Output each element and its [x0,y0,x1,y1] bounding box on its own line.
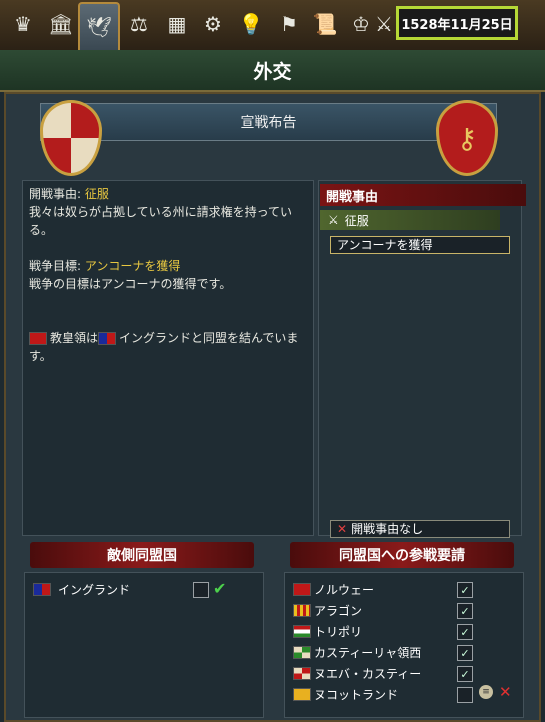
lightbulb-icon[interactable]: 💡 [232,4,270,44]
crossed-swords-icon: ⚔ [328,213,339,227]
check-icon: ✔ [213,579,227,598]
norway-flag-icon [293,582,311,596]
castile-colony-flag-icon [293,645,311,659]
court-icon[interactable]: 🏛 [42,4,80,44]
gears-icon[interactable]: ⚙ [194,4,232,44]
ally-checkbox[interactable]: ✓ [457,666,473,682]
no-cb-option[interactable]: ✕ 開戦事由なし [330,520,510,538]
ally-checkbox[interactable] [457,687,473,703]
list-item: ヌコットランド [293,684,398,704]
x-icon: ✕ [337,522,348,536]
war-description: 開戦事由: 征服 我々は奴らが占拠している州に請求権を持っている。 戦争目標: … [22,180,314,536]
scroll-icon[interactable]: 📜 [306,4,344,44]
list-item: ノルウェー [293,579,374,599]
banner-title: 宣戦布告 [240,115,297,131]
new-castile-flag-icon [293,666,311,680]
ally-checkbox[interactable]: ✓ [457,624,473,640]
cb-panel [318,180,522,536]
cb-header: 開戦事由 [320,184,526,206]
flag-icon[interactable]: ⚑ [270,4,308,44]
date-display[interactable]: 1528年11月25日 [396,6,518,40]
x-icon[interactable]: ✕ [499,683,512,701]
title-bar: 外交 [0,50,545,92]
goal-description: 戦争目標: アンコーナを獲得 戦争の目標はアンコーナの獲得です。 [29,259,232,291]
tripoli-flag-icon [293,624,311,638]
england-flag-icon [98,332,117,345]
ally-checkbox[interactable]: ✓ [457,645,473,661]
ally-checkbox[interactable]: ✓ [457,603,473,619]
page-title: 外交 [253,60,292,83]
alliance-note: 教皇領は イングランドと同盟を結んでいます。 [29,331,299,363]
enemy-checkbox[interactable] [193,582,209,598]
england-flag-icon [33,582,51,596]
war-goal-select[interactable]: アンコーナを獲得 [330,236,510,254]
scotland-flag-icon [293,687,311,701]
weapon-icon[interactable]: ⚔ [370,4,398,44]
dove-icon[interactable]: 🕊 [78,2,120,50]
papal-flag-icon [29,332,47,345]
aragon-flag-icon [293,603,311,617]
call-allies-list: ノルウェー ✓ アラゴン ✓ トリポリ ✓ カスティーリャ領西 ✓ ヌエバ・カス… [284,572,524,718]
enemy-allies-list: イングランド ✔ [24,572,264,718]
list-item: ヌエバ・カスティー [293,663,421,683]
list-item: アラゴン [293,600,362,620]
crate-icon[interactable]: ▦ [158,4,196,44]
declare-war-banner: 宣戦布告 [40,103,497,141]
chat-icon[interactable]: ≡ [479,685,493,699]
trade-icon[interactable]: ⚖ [120,4,158,44]
cb-description: 開戦事由: 征服 我々は奴らが占拠している州に請求権を持っている。 [29,187,293,237]
list-item: イングランド [33,579,130,599]
call-allies-header: 同盟国への参戦要請 [290,542,514,568]
crown-icon[interactable]: ♛ [4,4,42,44]
cb-option-conquest[interactable]: ⚔ 征服 [320,210,500,230]
list-item: カスティーリャ領西 [293,642,421,662]
ally-checkbox[interactable]: ✓ [457,582,473,598]
enemy-allies-header: 敵側同盟国 [30,542,254,568]
list-item: トリポリ [293,621,362,641]
